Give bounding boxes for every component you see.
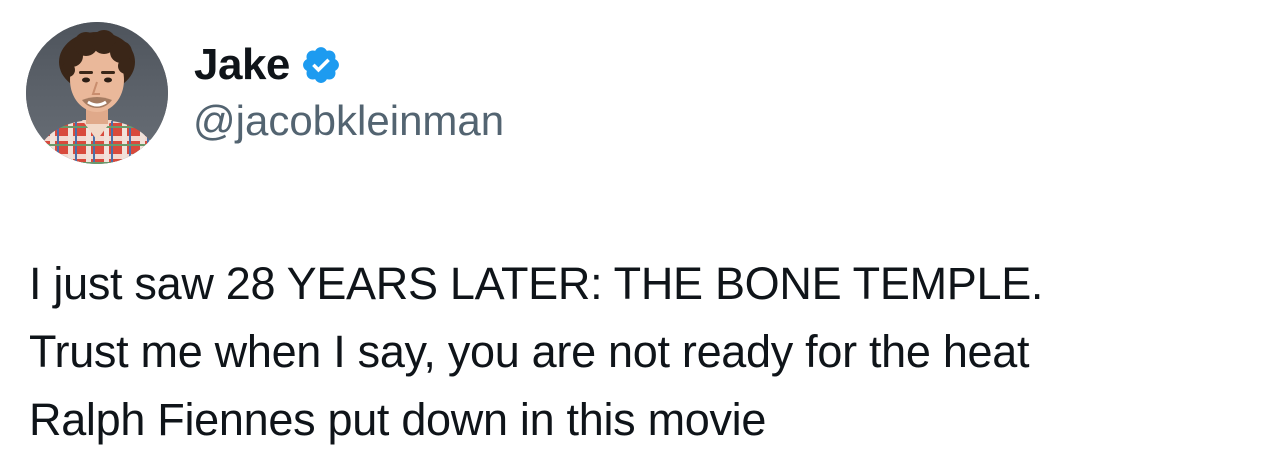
tweet-text-line: Trust me when I say, you are not ready f…	[29, 326, 1030, 377]
tweet-text-line: Ralph Fiennes put down in this movie	[29, 394, 767, 445]
author-handle[interactable]: @jacobkleinman	[193, 97, 504, 145]
tweet-text-line: I just saw 28 YEARS LATER: THE BONE TEMP…	[29, 258, 1044, 309]
author-display-name[interactable]: Jake	[194, 40, 290, 90]
verified-badge-icon[interactable]	[300, 44, 342, 86]
tweet-card: Jake @jacobkleinman I just saw 28 YEARS …	[0, 0, 1263, 473]
author-name-row: Jake	[194, 38, 342, 92]
tweet-body: I just saw 28 YEARS LATER: THE BONE TEMP…	[29, 250, 1259, 454]
profile-photo-icon	[26, 22, 168, 164]
author-avatar[interactable]	[26, 22, 168, 164]
